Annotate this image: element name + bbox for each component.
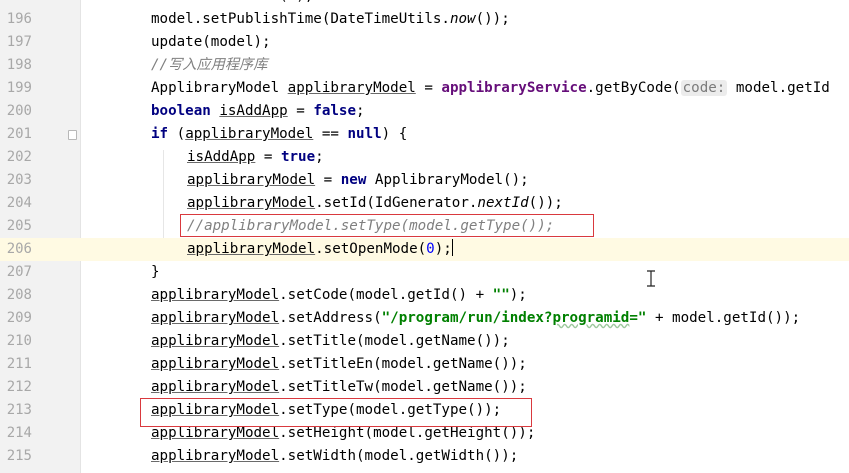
code-text: model.setPublishTime(DateTimeUtils.now()… bbox=[151, 11, 510, 27]
code-text: applibraryModel.setTitleEn(model.getName… bbox=[151, 356, 527, 372]
code-line-204[interactable]: 204 applibraryModel.setId(IdGenerator.ne… bbox=[0, 192, 849, 215]
code-text: update(model); bbox=[151, 34, 271, 50]
code-text: applibraryModel.setId(IdGenerator.nextId… bbox=[187, 195, 563, 211]
line-number: 202 bbox=[6, 149, 32, 165]
code-line-203[interactable]: 203 applibraryModel = new ApplibraryMode… bbox=[0, 169, 849, 192]
code-text: applibraryModel.setTitle(model.getName()… bbox=[151, 333, 510, 349]
line-number: 205 bbox=[6, 218, 32, 234]
line-number: 197 bbox=[6, 34, 32, 50]
line-number: 201 bbox=[6, 126, 32, 142]
code-text: applibraryModel.setOpenMode(0); bbox=[187, 239, 453, 257]
line-number: 211 bbox=[6, 356, 32, 372]
line-number: 206 bbox=[6, 241, 32, 257]
line-number: 203 bbox=[6, 172, 32, 188]
code-line-209[interactable]: 209 applibraryModel.setAddress("/program… bbox=[0, 307, 849, 330]
line-number: 212 bbox=[6, 379, 32, 395]
fold-marker-icon[interactable] bbox=[68, 130, 77, 140]
text-cursor-icon bbox=[647, 270, 655, 287]
code-line-215[interactable]: 215 applibraryModel.setWidth(model.getWi… bbox=[0, 445, 849, 468]
code-comment: //写入应用程序库 bbox=[151, 57, 268, 73]
code-line-212[interactable]: 212 applibraryModel.setTitleTw(model.get… bbox=[0, 376, 849, 399]
code-line-206-current[interactable]: 206 applibraryModel.setOpenMode(0); bbox=[0, 238, 849, 261]
code-text: applibraryModel.setAddress("/program/run… bbox=[151, 310, 801, 326]
code-line-199[interactable]: 199 ApplibraryModel applibraryModel = ap… bbox=[0, 77, 849, 100]
code-line-197[interactable]: 197 update(model); bbox=[0, 31, 849, 54]
code-text: applibraryModel = new ApplibraryModel(); bbox=[187, 172, 529, 188]
code-line-210[interactable]: 210 applibraryModel.setTitle(model.getNa… bbox=[0, 330, 849, 353]
line-number: 214 bbox=[6, 425, 32, 441]
line-number: 210 bbox=[6, 333, 32, 349]
code-editor[interactable]: model.setStatus(1); 196 model.setPublish… bbox=[0, 0, 849, 473]
line-number: 200 bbox=[6, 103, 32, 119]
code-text: applibraryModel.setCode(model.getId() + … bbox=[151, 287, 527, 303]
text-caret bbox=[451, 239, 453, 256]
code-line-208[interactable]: 208 applibraryModel.setCode(model.getId(… bbox=[0, 284, 849, 307]
code-line-201[interactable]: 201 if (applibraryModel == null) { bbox=[0, 123, 849, 146]
code-text: applibraryModel.setWidth(model.getWidth(… bbox=[151, 448, 519, 464]
line-number: 204 bbox=[6, 195, 32, 211]
code-line-198[interactable]: 198 //写入应用程序库 bbox=[0, 54, 849, 77]
code-line-196[interactable]: 196 model.setPublishTime(DateTimeUtils.n… bbox=[0, 8, 849, 31]
code-line-200[interactable]: 200 boolean isAddApp = false; bbox=[0, 100, 849, 123]
line-number: 209 bbox=[6, 310, 32, 326]
line-number: 196 bbox=[6, 11, 32, 27]
code-text: ApplibraryModel applibraryModel = applib… bbox=[151, 80, 830, 96]
code-line-211[interactable]: 211 applibraryModel.setTitleEn(model.get… bbox=[0, 353, 849, 376]
line-number: 213 bbox=[6, 402, 32, 418]
line-number: 199 bbox=[6, 80, 32, 96]
line-number: 198 bbox=[6, 57, 32, 73]
code-text: boolean isAddApp = false; bbox=[151, 103, 365, 119]
parameter-hint: code: bbox=[680, 80, 728, 96]
code-text: isAddApp = true; bbox=[187, 149, 324, 165]
highlight-box-line-213 bbox=[140, 398, 532, 427]
line-number: 207 bbox=[6, 264, 32, 280]
line-number: 215 bbox=[6, 448, 32, 464]
code-text: } bbox=[151, 264, 160, 280]
code-text: if (applibraryModel == null) { bbox=[151, 126, 408, 142]
highlight-box-line-205 bbox=[180, 214, 594, 237]
code-line-207[interactable]: 207 } bbox=[0, 261, 849, 284]
code-line-202[interactable]: 202 isAddApp = true; bbox=[0, 146, 849, 169]
code-text: applibraryModel.setTitleTw(model.getName… bbox=[151, 379, 527, 395]
code-text: model.setStatus(1); bbox=[151, 0, 313, 8]
line-number: 208 bbox=[6, 287, 32, 303]
code-line-partial[interactable]: model.setStatus(1); bbox=[0, 0, 849, 8]
